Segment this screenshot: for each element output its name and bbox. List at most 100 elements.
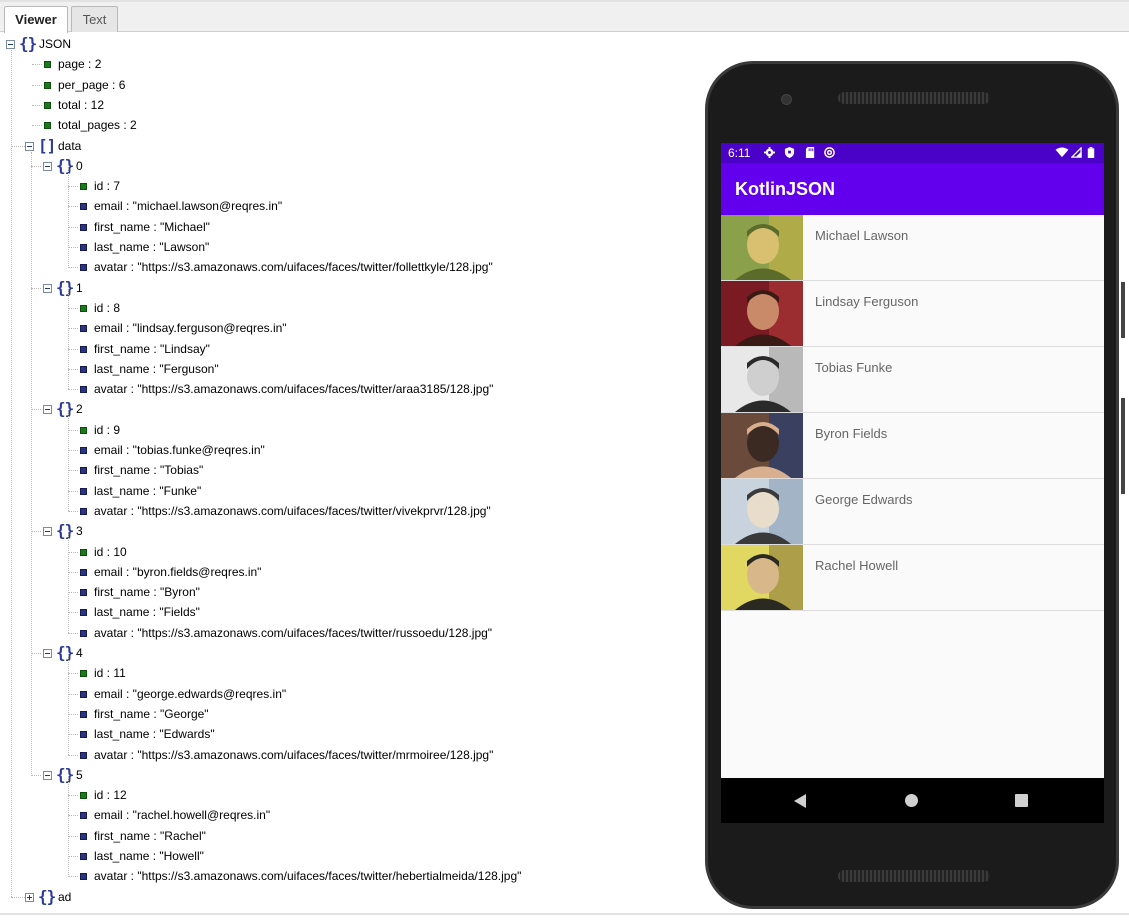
signal-icon	[1071, 147, 1082, 158]
value-node-icon	[80, 488, 87, 495]
tree-node-data: [] data	[0, 136, 700, 156]
home-icon[interactable]	[905, 794, 918, 807]
tree-field-last-name: last_name : "Funke"	[0, 481, 700, 501]
collapse-icon[interactable]	[25, 142, 34, 151]
array-icon: []	[38, 136, 56, 155]
avatar	[721, 347, 803, 412]
user-list-item[interactable]: Michael Lawson	[721, 215, 1104, 281]
collapse-icon[interactable]	[43, 162, 52, 171]
value-node-icon	[80, 853, 87, 860]
tree-field-id: id : 8	[0, 298, 700, 318]
tree-field-first-name-label: first_name : "Michael"	[94, 220, 210, 234]
tree-node-total-label: total : 12	[58, 98, 105, 112]
json-tree-viewer: {} JSON page : 2 per_page : 6 total : 12…	[0, 34, 700, 914]
tree-node-total: total : 12	[0, 95, 700, 115]
tree-field-avatar-label: avatar : "https://s3.amazonaws.com/uifac…	[94, 748, 494, 762]
collapse-icon[interactable]	[43, 649, 52, 658]
tree-node-per-page: per_page : 6	[0, 75, 700, 95]
value-node-icon	[80, 549, 87, 556]
value-node-icon	[80, 630, 87, 637]
value-node-icon	[80, 711, 87, 718]
user-list-item[interactable]: George Edwards	[721, 479, 1104, 545]
value-node-icon	[80, 833, 87, 840]
tree-field-last-name-label: last_name : "Fields"	[94, 605, 200, 619]
value-node-icon	[80, 589, 87, 596]
tree-guide-line	[11, 897, 25, 898]
collapse-icon[interactable]	[43, 405, 52, 414]
value-node-icon	[80, 183, 87, 190]
tree-field-first-name-label: first_name : "Rachel"	[94, 829, 206, 843]
tree-node-item-2-label: 2	[76, 402, 83, 416]
tree-node-total-pages: total_pages : 2	[0, 115, 700, 135]
tree-field-first-name: first_name : "Michael"	[0, 217, 700, 237]
object-icon: {}	[56, 278, 74, 297]
value-node-icon	[44, 61, 51, 68]
tree-field-email-label: email : "rachel.howell@reqres.in"	[94, 808, 271, 822]
tree-node-root: {} JSON	[0, 34, 700, 54]
front-camera-icon	[781, 94, 792, 105]
tree-guide-line	[68, 777, 69, 877]
user-name: Michael Lawson	[815, 228, 909, 243]
tree-field-avatar: avatar : "https://s3.amazonaws.com/uifac…	[0, 866, 700, 886]
tree-field-first-name: first_name : "Byron"	[0, 582, 700, 602]
avatar	[721, 545, 803, 610]
tree-node-item-3: {} 3	[0, 521, 700, 541]
tree-guide-line	[68, 412, 69, 511]
tree-field-email-label: email : "lindsay.ferguson@reqres.in"	[94, 321, 287, 335]
phone-screen: 6:11 KotlinJSON Michael Lawson Lindsay F…	[721, 143, 1104, 823]
bottom-speaker-icon	[838, 870, 990, 882]
object-icon: {}	[56, 521, 74, 540]
value-node-icon	[80, 386, 87, 393]
tree-field-last-name-label: last_name : "Funke"	[94, 484, 202, 498]
tree-guide-line	[68, 290, 69, 389]
tab-text[interactable]: Text	[71, 6, 118, 32]
value-node-icon	[80, 427, 87, 434]
back-icon[interactable]	[794, 794, 806, 808]
tree-guide-line	[11, 50, 12, 897]
value-node-icon	[80, 203, 87, 210]
value-node-icon	[80, 812, 87, 819]
power-button	[1121, 282, 1125, 338]
tree-field-last-name: last_name : "Howell"	[0, 846, 700, 866]
volume-button	[1121, 398, 1125, 494]
user-list-item[interactable]: Tobias Funke	[721, 347, 1104, 413]
tree-guide-line	[68, 168, 69, 268]
tree-field-last-name: last_name : "Ferguson"	[0, 359, 700, 379]
app-bar: KotlinJSON	[721, 163, 1104, 215]
expand-icon[interactable]	[25, 893, 34, 902]
tree-node-item-4: {} 4	[0, 643, 700, 663]
value-node-icon	[80, 447, 87, 454]
value-node-icon	[80, 873, 87, 880]
collapse-icon[interactable]	[6, 40, 15, 49]
value-node-icon	[44, 82, 51, 89]
tree-guide-line	[68, 534, 69, 633]
object-icon: {}	[19, 34, 37, 53]
tree-field-id: id : 11	[0, 663, 700, 683]
tab-viewer[interactable]: Viewer	[4, 6, 68, 33]
user-list-item[interactable]: Lindsay Ferguson	[721, 281, 1104, 347]
tree-node-item-1: {} 1	[0, 278, 700, 298]
value-node-icon	[80, 244, 87, 251]
tree-field-last-name: last_name : "Edwards"	[0, 724, 700, 744]
at-icon	[824, 147, 835, 158]
tree-field-first-name-label: first_name : "Tobias"	[94, 463, 204, 477]
tree-node-item-3-label: 3	[76, 524, 83, 538]
tree-field-avatar: avatar : "https://s3.amazonaws.com/uifac…	[0, 257, 700, 277]
tree-node-ad-label: ad	[58, 890, 72, 904]
tree-node-root-label: JSON	[39, 37, 72, 51]
object-icon: {}	[38, 887, 56, 906]
recents-icon[interactable]	[1015, 794, 1028, 807]
collapse-icon[interactable]	[43, 284, 52, 293]
tree-node-item-5: {} 5	[0, 765, 700, 785]
value-node-icon	[80, 224, 87, 231]
tree-field-first-name: first_name : "Lindsay"	[0, 339, 700, 359]
tree-node-data-label: data	[58, 139, 82, 153]
collapse-icon[interactable]	[43, 527, 52, 536]
avatar	[721, 479, 803, 544]
avatar	[721, 215, 803, 280]
user-list-item[interactable]: Byron Fields	[721, 413, 1104, 479]
value-node-icon	[44, 122, 51, 129]
user-list-item[interactable]: Rachel Howell	[721, 545, 1104, 611]
collapse-icon[interactable]	[43, 771, 52, 780]
tree-field-avatar: avatar : "https://s3.amazonaws.com/uifac…	[0, 745, 700, 765]
